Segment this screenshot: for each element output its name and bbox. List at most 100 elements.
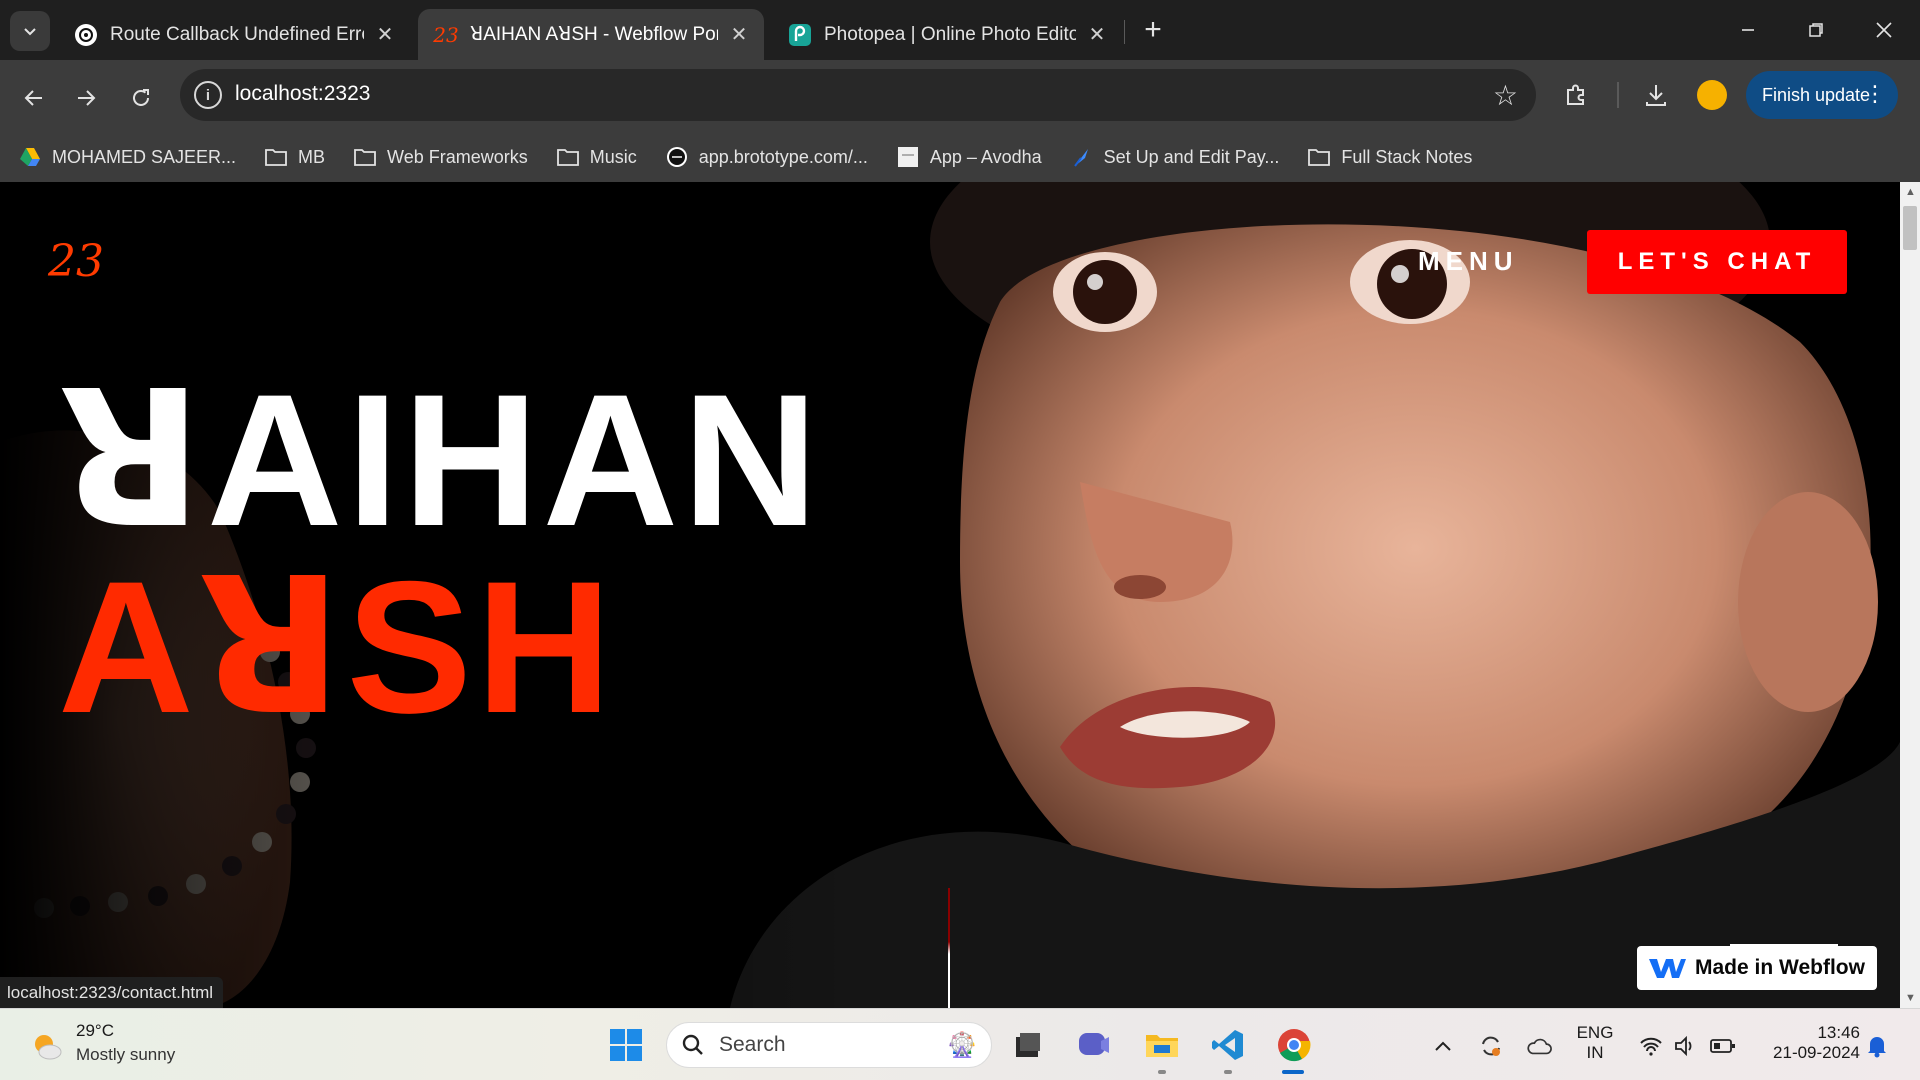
google-drive-icon [18,146,42,168]
extensions-button[interactable] [1558,77,1594,113]
tab-title: ꓤAIHAN AꓤSH - Webflow Portfolio [470,24,718,45]
brototype-icon [665,146,689,168]
bookmark-folder-mb[interactable]: MB [264,146,325,168]
bookmark-mohamed-sajeer[interactable]: MOHAMED SAJEER... [18,146,236,168]
taskbar-app-file-manager[interactable] [1008,1025,1048,1065]
tab-search-button[interactable] [10,11,50,51]
restore-icon [1809,23,1823,37]
url-text[interactable]: localhost:2323 [235,82,370,106]
new-tab-button[interactable]: + [1138,13,1168,46]
photopea-icon [788,23,812,47]
finish-update-label: Finish update [1762,84,1871,105]
chatgpt-icon [74,23,98,47]
bookmark-folder-web-frameworks[interactable]: Web Frameworks [353,146,528,168]
webflow-logo-icon [1649,959,1686,978]
windows-start-icon [610,1029,642,1061]
bookmark-folder-music[interactable]: Music [556,146,637,168]
forward-button[interactable] [66,78,106,118]
bookmark-set-up-and-edit[interactable]: Set Up and Edit Pay... [1070,146,1280,168]
lets-chat-button[interactable]: LET'S CHAT [1587,230,1847,294]
tab-title: Photopea | Online Photo Editor [824,23,1076,45]
bookmark-label: MB [298,146,326,167]
site-logo[interactable]: 23 [48,236,104,287]
taskbar-app-vscode[interactable] [1208,1025,1248,1065]
taskbar-search-box[interactable]: Search 🎡 [666,1022,992,1068]
scroll-up-arrow-icon[interactable]: ▲ [1905,186,1916,198]
arrow-right-icon [78,90,96,106]
scroll-thumb[interactable] [1903,206,1917,250]
feather-icon [1070,146,1094,168]
file-manager-icon [1016,1033,1040,1057]
tab-raihan-arsh[interactable]: 23 ꓤAIHAN AꓤSH - Webflow Portfolio ✕ [418,9,764,60]
folder-icon [556,146,580,168]
back-button[interactable] [14,78,54,118]
search-icon [682,1034,703,1055]
restore-button[interactable] [1784,0,1848,60]
onedrive-cloud-icon[interactable] [1526,1033,1552,1059]
puzzle-icon [1567,84,1584,105]
hero-title-line-2: AꓤSH [58,542,616,752]
running-indicator [1158,1070,1166,1074]
file-explorer-icon [1146,1035,1178,1057]
reload-icon [133,89,149,106]
folder-icon [353,146,377,168]
chrome-icon [1278,1029,1311,1062]
address-bar[interactable]: i localhost:2323 ☆ [180,69,1536,121]
tab-photopea[interactable]: Photopea | Online Photo Editor ✕ [772,9,1122,60]
close-icon[interactable]: ✕ [1086,24,1108,46]
site-info-icon[interactable]: i [194,81,222,109]
search-placeholder: Search [719,1033,786,1056]
running-indicator [1224,1070,1232,1074]
page-icon [896,146,920,168]
close-window-button[interactable] [1852,0,1916,60]
partly-sunny-icon[interactable] [30,1030,62,1062]
scroll-down-arrow-icon[interactable]: ▼ [1905,992,1916,1004]
close-icon[interactable]: ✕ [728,24,750,46]
bookmark-folder-full-stack-notes[interactable]: Full Stack Notes [1307,146,1472,168]
toolbar-separator [1617,82,1619,108]
arrow-left-icon [24,90,42,106]
bookmark-label: Full Stack Notes [1341,146,1473,167]
more-options-icon[interactable]: ⋮ [1864,81,1886,107]
bookmark-label: app.brototype.com/... [698,146,868,167]
reload-button[interactable] [121,78,161,118]
taskbar-app-chrome[interactable] [1274,1025,1314,1065]
sync-icon[interactable] [1478,1033,1504,1059]
made-in-webflow-badge[interactable]: Made in Webflow [1637,946,1877,990]
scroll-indicator-line [948,888,950,1008]
notification-bell-icon[interactable] [1864,1033,1890,1059]
volume-icon[interactable] [1672,1033,1698,1059]
downloads-button[interactable] [1638,77,1674,113]
page-scrollbar[interactable]: ▲ ▼ [1900,182,1920,1008]
taskbar-app-chat[interactable] [1074,1025,1114,1065]
wifi-icon[interactable] [1638,1033,1664,1059]
folder-icon [264,146,288,168]
start-button[interactable] [606,1025,646,1065]
tab-title: Route Callback Undefined Error [110,23,364,45]
minimize-button[interactable] [1716,0,1780,60]
tab-route-callback[interactable]: Route Callback Undefined Error ✕ [58,9,410,60]
finish-update-button[interactable]: Finish update ⋮ [1746,71,1898,119]
chevron-down-icon [24,28,36,36]
bookmark-label: Set Up and Edit Pay... [1103,146,1280,167]
taskbar-app-file-explorer[interactable] [1142,1025,1182,1065]
close-icon[interactable]: ✕ [374,24,396,46]
download-icon [1646,85,1666,106]
link-status-tooltip: localhost:2323/contact.html [0,977,224,1008]
language-indicator[interactable]: ENG IN [1570,1023,1620,1063]
clock[interactable]: 13:46 21-09-2024 [1756,1023,1860,1063]
weather-temperature[interactable]: 29°C [76,1021,114,1041]
bookmark-label: Web Frameworks [387,146,528,167]
bookmark-label: Music [589,146,637,167]
menu-button[interactable]: MENU [1418,246,1519,277]
show-hidden-icons-chevron-icon[interactable] [1430,1033,1456,1059]
battery-icon[interactable] [1710,1033,1736,1059]
search-highlight-icon: 🎡 [947,1032,977,1059]
language-code: ENG [1576,1023,1614,1042]
bookmarks-bar: MOHAMED SAJEER... MB Web Frameworks Musi… [0,132,1920,182]
bookmark-brototype[interactable]: app.brototype.com/... [665,146,868,168]
bookmark-star-icon[interactable]: ☆ [1493,79,1518,112]
profile-avatar[interactable] [1697,80,1727,110]
bookmark-avodha[interactable]: App – Avodha [896,146,1042,168]
weather-description[interactable]: Mostly sunny [76,1045,175,1065]
